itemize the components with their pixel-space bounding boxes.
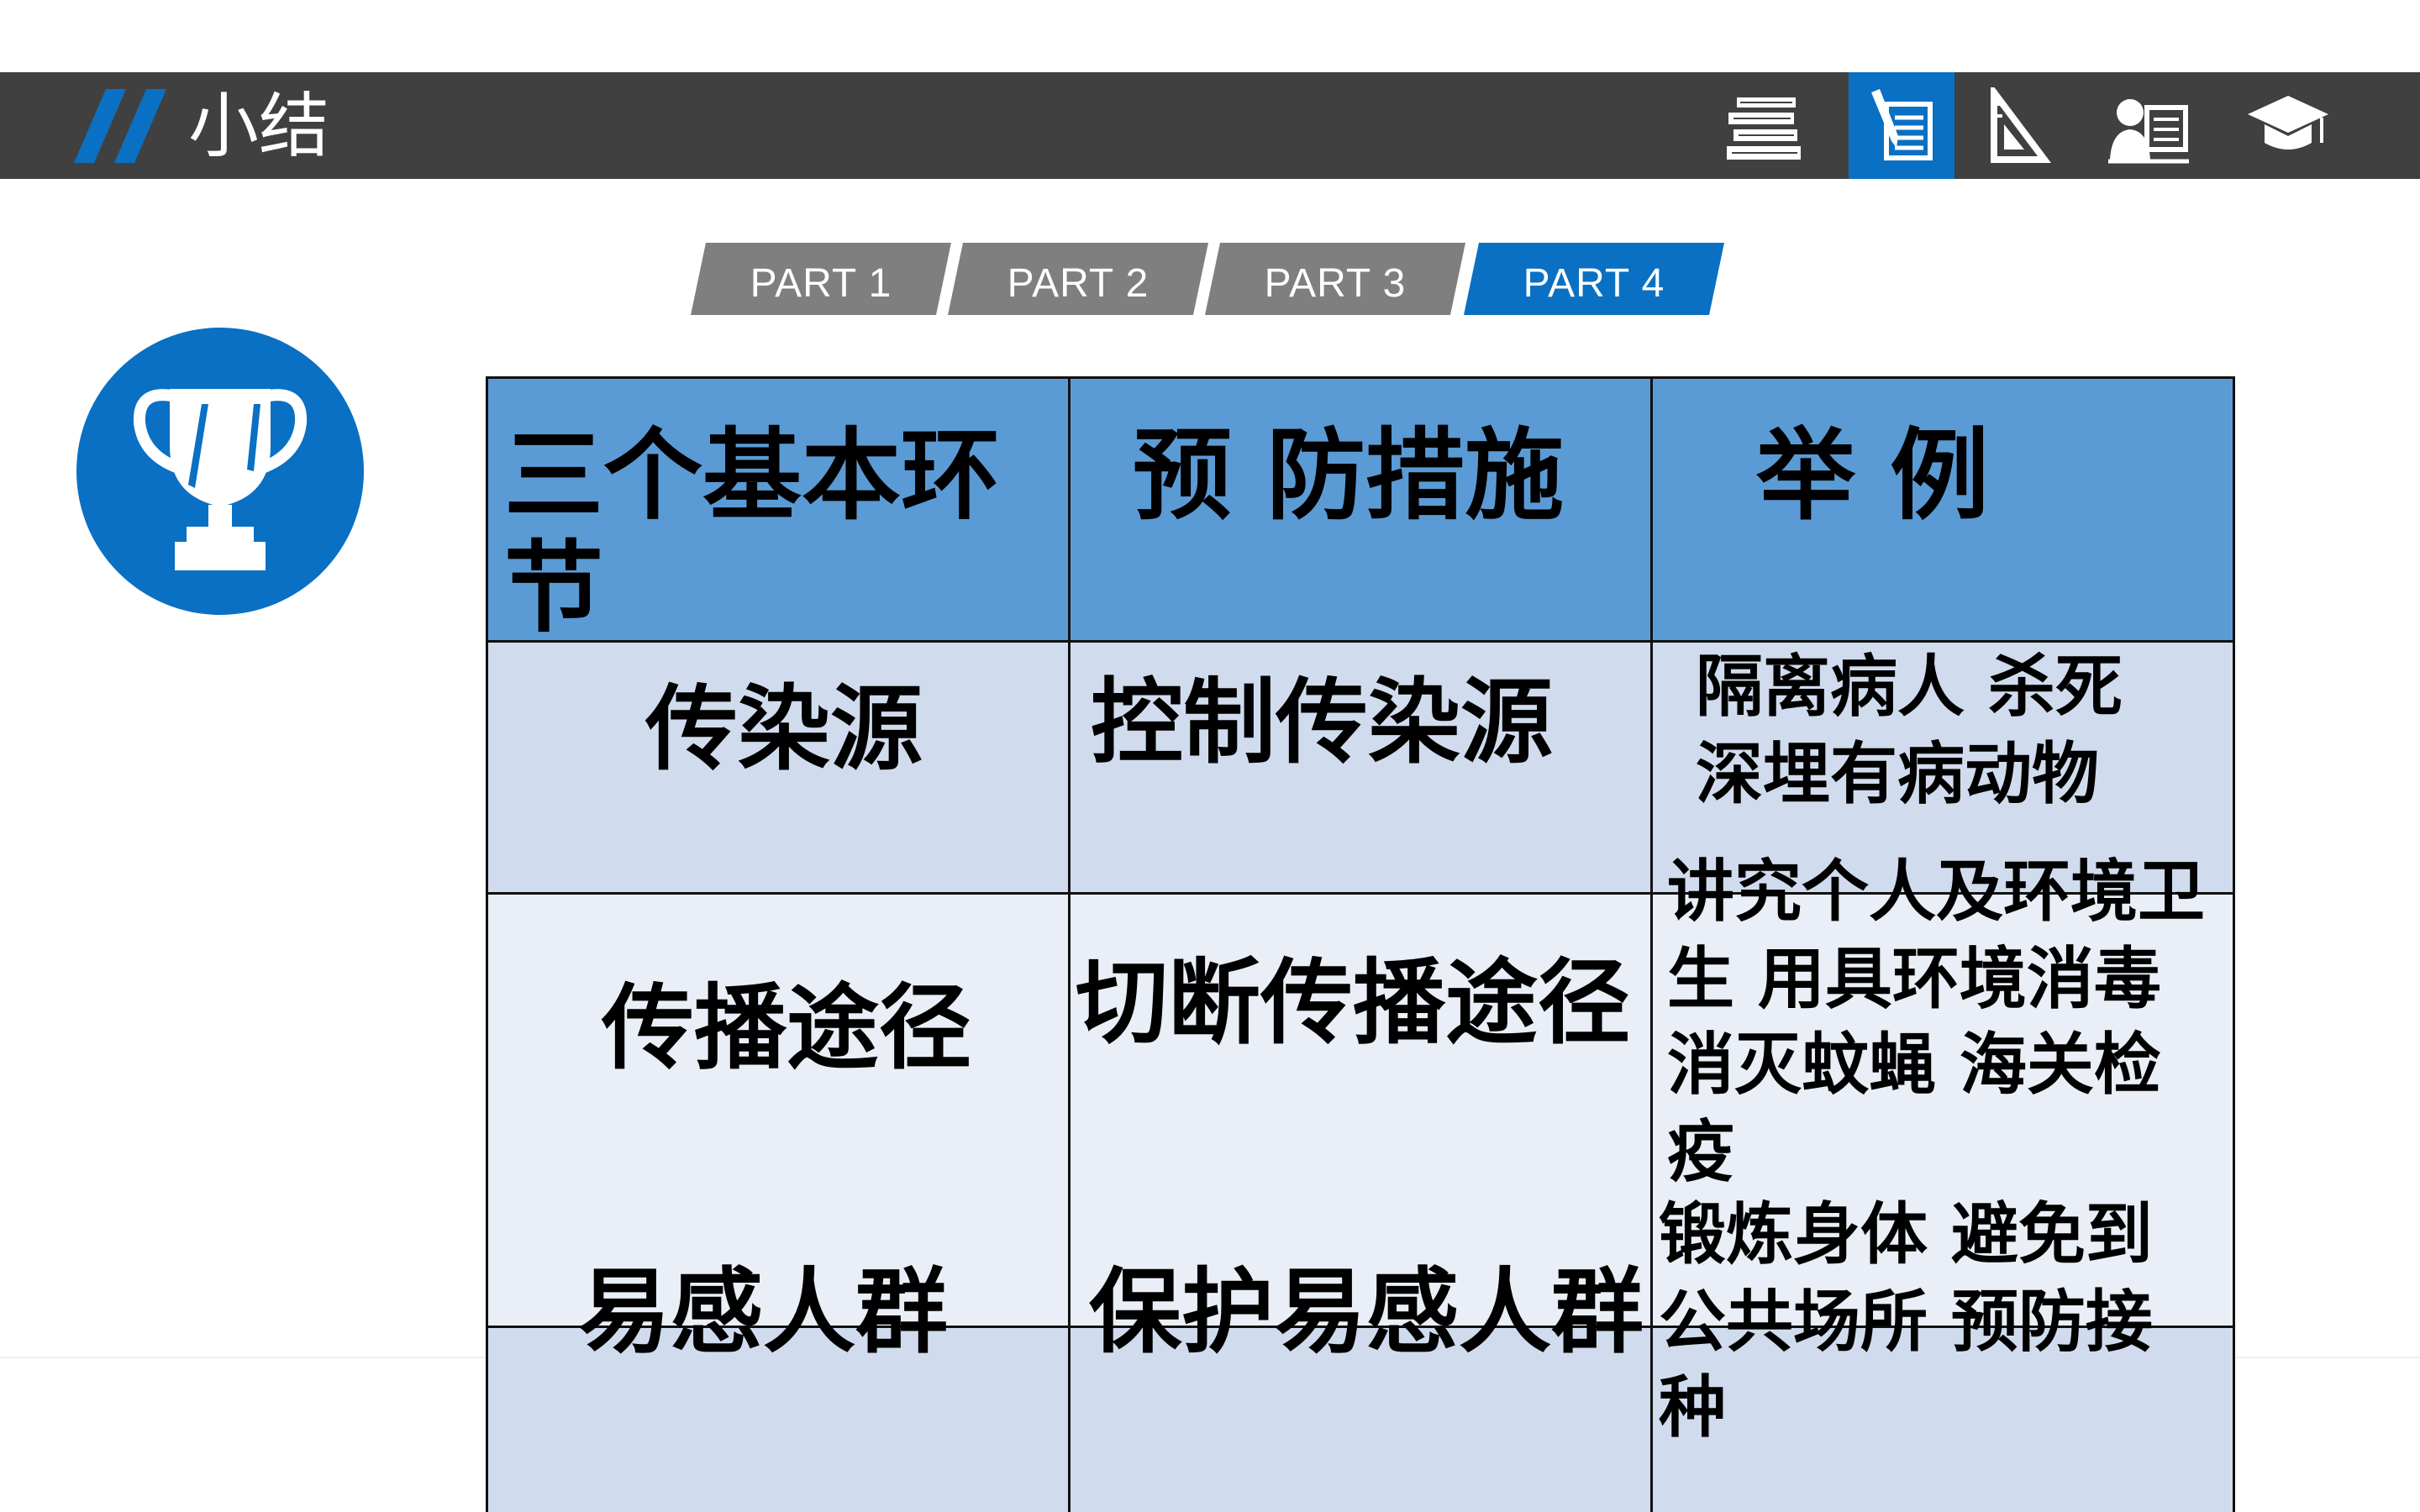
teacher-board-icon[interactable] (2096, 72, 2202, 179)
tab-part-1[interactable]: PART 1 (691, 243, 951, 315)
row3-example-line1: 锻炼身体 避免到 (1659, 1195, 2153, 1273)
header-col1-line2: 节 (504, 530, 604, 646)
slide: 小结 PART 1 PART 2 PART 3 PART 4 三个基本环 节 预… (0, 0, 2420, 1512)
row1-measure: 控制传染源 (1091, 669, 1553, 776)
page-title: 小结 (188, 85, 330, 167)
notes-pencil-icon[interactable] (1849, 72, 1954, 179)
logo-stripes-icon (74, 89, 166, 163)
graduation-cap-icon[interactable] (2235, 72, 2341, 179)
trophy-icon (133, 389, 308, 570)
summary-table: 三个基本环 节 预 防措施 举 例 传染源 控制传染源 隔离病人 杀死 深埋有病… (486, 376, 2235, 1512)
header-col3: 举 例 (1756, 417, 1990, 533)
row1-example-line2: 深埋有病动物 (1696, 735, 2099, 813)
tab-part-2[interactable]: PART 2 (948, 243, 1208, 315)
grid-line (2233, 376, 2235, 1512)
row2-link: 传播途径 (602, 974, 971, 1082)
row2-example-line2: 生 用具环境消毒 (1667, 940, 2161, 1018)
row3-example-line3: 种 (1659, 1368, 1726, 1446)
row3-link: 易感人群 (578, 1258, 948, 1366)
grid-line (1650, 376, 1653, 1512)
header-col2: 预 防措施 (1133, 417, 1565, 533)
grid-line (486, 376, 488, 1512)
books-icon[interactable] (1712, 72, 1818, 179)
trophy-badge (76, 328, 364, 615)
row2-example-line3: 消灭蚊蝇 海关检 (1667, 1026, 2161, 1104)
row3-measure: 保护易感人群 (1089, 1258, 1644, 1366)
grid-line (486, 376, 2235, 379)
row1-example-line1: 隔离病人 杀死 (1696, 648, 2123, 726)
top-bar: 小结 (0, 72, 2420, 179)
tab-part-3[interactable]: PART 3 (1205, 243, 1465, 315)
row2-example-line1: 讲究个人及环境卫 (1667, 853, 2205, 931)
row1-link: 传染源 (645, 675, 923, 783)
ruler-triangle-icon[interactable] (1965, 72, 2070, 179)
tab-part-4[interactable]: PART 4 (1464, 243, 1724, 315)
grid-line (486, 640, 2235, 643)
row3-example-line2: 公共场所 预防接 (1659, 1283, 2153, 1361)
row2-measure: 切断传播途径 (1076, 949, 1630, 1057)
grid-line (1068, 376, 1071, 1512)
row2-example-line4: 疫 (1667, 1113, 1734, 1191)
